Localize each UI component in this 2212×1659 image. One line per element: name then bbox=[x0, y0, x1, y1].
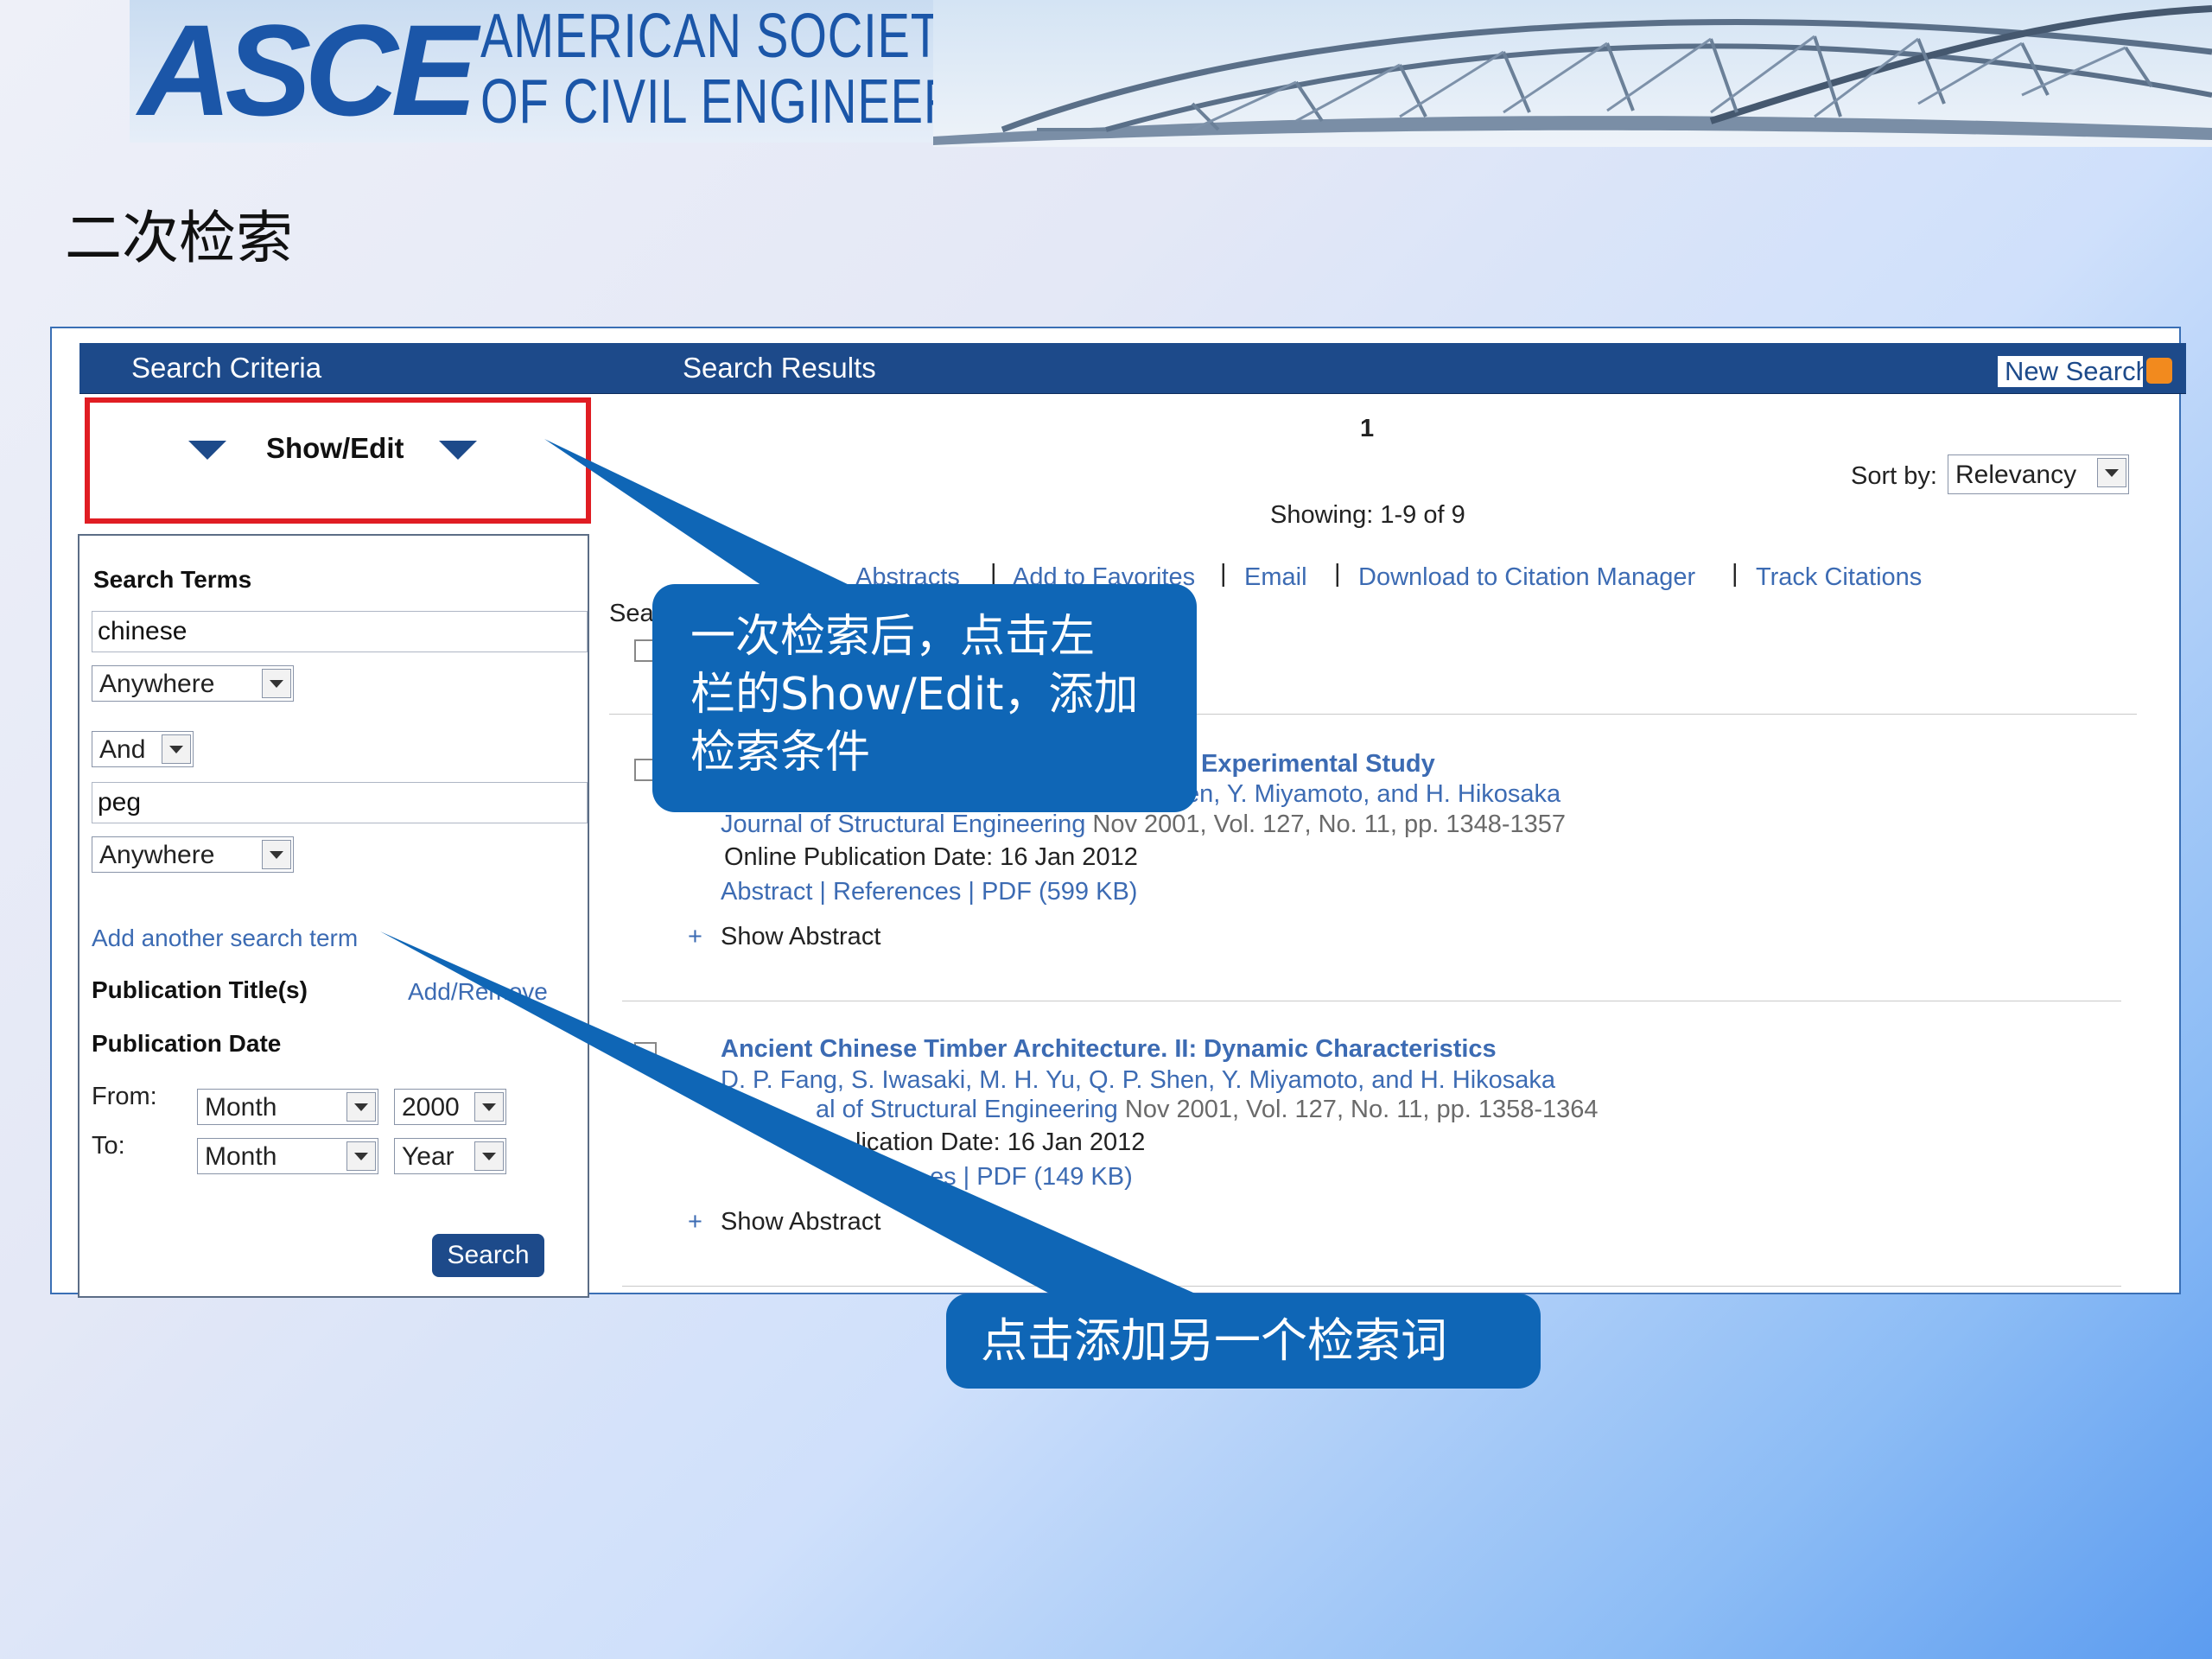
callout-pointers bbox=[380, 439, 1201, 1296]
callout-1-pointer bbox=[544, 439, 873, 596]
callout-show-edit: 一次检索后，点击左 栏的Show/Edit，添加 检索条件 bbox=[652, 584, 1197, 812]
callout-1-line-2: 栏的Show/Edit，添加 bbox=[690, 669, 1139, 721]
callout-add-term: 点击添加另一个检索词 bbox=[946, 1294, 1541, 1389]
callout-2-pointer bbox=[380, 931, 1201, 1296]
callout-1-line-1: 一次检索后，点击左 bbox=[690, 611, 1096, 663]
callout-1-line-3: 检索条件 bbox=[690, 727, 871, 779]
